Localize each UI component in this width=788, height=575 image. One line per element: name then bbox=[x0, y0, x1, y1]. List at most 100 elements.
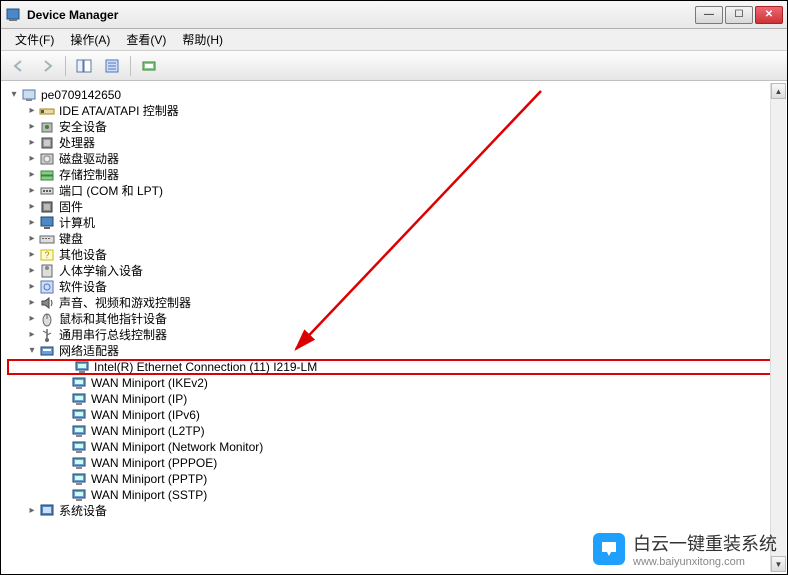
tree-node-label: IDE ATA/ATAPI 控制器 bbox=[59, 103, 179, 119]
tree-node-label: Intel(R) Ethernet Connection (11) I219-L… bbox=[94, 359, 317, 375]
tree-network-adapter[interactable]: WAN Miniport (IKEv2) bbox=[7, 375, 785, 391]
expand-icon[interactable]: ▸ bbox=[25, 168, 39, 182]
toolbar-separator bbox=[65, 56, 66, 76]
tree-node-label: 处理器 bbox=[59, 135, 95, 151]
tree-category[interactable]: ▸ 系统设备 bbox=[7, 503, 785, 519]
show-hidden-button[interactable] bbox=[72, 54, 96, 78]
tree-network-adapter[interactable]: WAN Miniport (L2TP) bbox=[7, 423, 785, 439]
adapter-icon bbox=[71, 375, 87, 391]
expand-icon[interactable]: ▸ bbox=[25, 216, 39, 230]
tree-node-label: 磁盘驱动器 bbox=[59, 151, 119, 167]
app-icon bbox=[5, 7, 21, 23]
expand-icon[interactable]: ▸ bbox=[25, 136, 39, 150]
expand-icon[interactable]: ▸ bbox=[25, 296, 39, 310]
tree-node-label: 鼠标和其他指针设备 bbox=[59, 311, 167, 327]
tree-category[interactable]: ▸ 计算机 bbox=[7, 215, 785, 231]
scan-hardware-button[interactable] bbox=[137, 54, 161, 78]
menu-view[interactable]: 查看(V) bbox=[118, 29, 174, 50]
tree-root[interactable]: ▾ pe0709142650 bbox=[7, 87, 785, 103]
keyboard-icon bbox=[39, 231, 55, 247]
menu-help[interactable]: 帮助(H) bbox=[174, 29, 231, 50]
tree-node-label: 计算机 bbox=[59, 215, 95, 231]
tree-node-label: 键盘 bbox=[59, 231, 83, 247]
device-tree[interactable]: ▾ pe0709142650 ▸ IDE ATA/ATAPI 控制器 ▸ 安全设… bbox=[1, 81, 787, 574]
tree-node-label: 存储控制器 bbox=[59, 167, 119, 183]
tree-category[interactable]: ▸ 安全设备 bbox=[7, 119, 785, 135]
menu-action[interactable]: 操作(A) bbox=[62, 29, 118, 50]
tree-network-adapter[interactable]: WAN Miniport (IPv6) bbox=[7, 407, 785, 423]
tree-category[interactable]: ▸ 处理器 bbox=[7, 135, 785, 151]
tree-network-adapter[interactable]: WAN Miniport (PPTP) bbox=[7, 471, 785, 487]
tree-category[interactable]: ▸ IDE ATA/ATAPI 控制器 bbox=[7, 103, 785, 119]
tree-node-label: WAN Miniport (PPPOE) bbox=[91, 455, 217, 471]
tree-category[interactable]: ▸ 固件 bbox=[7, 199, 785, 215]
tree-node-label: WAN Miniport (IPv6) bbox=[91, 407, 200, 423]
tree-network-adapter[interactable]: WAN Miniport (Network Monitor) bbox=[7, 439, 785, 455]
expand-icon[interactable]: ▸ bbox=[25, 120, 39, 134]
tree-network-adapter[interactable]: WAN Miniport (IP) bbox=[7, 391, 785, 407]
expand-icon[interactable]: ▸ bbox=[25, 200, 39, 214]
expand-icon[interactable]: ▸ bbox=[25, 328, 39, 342]
other-icon: ? bbox=[39, 247, 55, 263]
menu-file[interactable]: 文件(F) bbox=[7, 29, 62, 50]
properties-button[interactable] bbox=[100, 54, 124, 78]
back-button[interactable] bbox=[7, 54, 31, 78]
tree-node-label: 固件 bbox=[59, 199, 83, 215]
tree-category[interactable]: ▸ 端口 (COM 和 LPT) bbox=[7, 183, 785, 199]
scroll-track[interactable] bbox=[771, 99, 786, 556]
tree-network-adapter[interactable]: Intel(R) Ethernet Connection (11) I219-L… bbox=[7, 359, 785, 375]
adapter-icon bbox=[71, 423, 87, 439]
scroll-up-button[interactable]: ▲ bbox=[771, 83, 786, 99]
tree-category[interactable]: ▸ 磁盘驱动器 bbox=[7, 151, 785, 167]
tree-node-label: 通用串行总线控制器 bbox=[59, 327, 167, 343]
software-icon bbox=[39, 279, 55, 295]
window-buttons: — ☐ ✕ bbox=[695, 6, 783, 24]
title-bar: Device Manager — ☐ ✕ bbox=[1, 1, 787, 29]
port-icon bbox=[39, 183, 55, 199]
adapter-icon bbox=[71, 487, 87, 503]
disk-icon bbox=[39, 151, 55, 167]
tree-category[interactable]: ▸ 软件设备 bbox=[7, 279, 785, 295]
tree-category[interactable]: ▸ 鼠标和其他指针设备 bbox=[7, 311, 785, 327]
collapse-icon[interactable]: ▾ bbox=[7, 88, 21, 102]
window-title: Device Manager bbox=[27, 8, 695, 22]
expand-icon[interactable]: ▸ bbox=[25, 248, 39, 262]
close-button[interactable]: ✕ bbox=[755, 6, 783, 24]
adapter-icon bbox=[71, 439, 87, 455]
tree-category[interactable]: ▸ 键盘 bbox=[7, 231, 785, 247]
tree-category[interactable]: ▸ 声音、视频和游戏控制器 bbox=[7, 295, 785, 311]
root-icon bbox=[21, 87, 37, 103]
watermark-logo-icon bbox=[593, 533, 625, 565]
expand-icon[interactable]: ▸ bbox=[25, 264, 39, 278]
forward-button[interactable] bbox=[35, 54, 59, 78]
minimize-button[interactable]: — bbox=[695, 6, 723, 24]
maximize-button[interactable]: ☐ bbox=[725, 6, 753, 24]
expand-icon[interactable]: ▸ bbox=[25, 232, 39, 246]
tree-category[interactable]: ▸ 通用串行总线控制器 bbox=[7, 327, 785, 343]
adapter-icon bbox=[71, 407, 87, 423]
tree-category-network[interactable]: ▾ 网络适配器 bbox=[7, 343, 785, 359]
tree-category[interactable]: ▸ 存储控制器 bbox=[7, 167, 785, 183]
menu-bar: 文件(F) 操作(A) 查看(V) 帮助(H) bbox=[1, 29, 787, 51]
expand-icon[interactable]: ▸ bbox=[25, 184, 39, 198]
tree-network-adapter[interactable]: WAN Miniport (PPPOE) bbox=[7, 455, 785, 471]
vertical-scrollbar[interactable]: ▲ ▼ bbox=[770, 83, 786, 572]
toolbar bbox=[1, 51, 787, 81]
tree-node-label: 软件设备 bbox=[59, 279, 107, 295]
tree-node-label: 声音、视频和游戏控制器 bbox=[59, 295, 191, 311]
expand-icon[interactable]: ▸ bbox=[25, 104, 39, 118]
expand-icon[interactable]: ▸ bbox=[25, 312, 39, 326]
usb-icon bbox=[39, 327, 55, 343]
watermark-brand: 白云一键重装系统 bbox=[633, 530, 777, 556]
tree-node-label: WAN Miniport (IKEv2) bbox=[91, 375, 208, 391]
tree-category[interactable]: ▸ 人体学输入设备 bbox=[7, 263, 785, 279]
collapse-icon[interactable]: ▾ bbox=[25, 344, 39, 358]
expand-icon[interactable]: ▸ bbox=[25, 280, 39, 294]
tree-category[interactable]: ▸ ? 其他设备 bbox=[7, 247, 785, 263]
tree-network-adapter[interactable]: WAN Miniport (SSTP) bbox=[7, 487, 785, 503]
tree-node-label: 系统设备 bbox=[59, 503, 107, 519]
security-icon bbox=[39, 119, 55, 135]
computer-icon bbox=[39, 215, 55, 231]
expand-icon[interactable]: ▸ bbox=[25, 152, 39, 166]
expand-icon[interactable]: ▸ bbox=[25, 504, 39, 518]
